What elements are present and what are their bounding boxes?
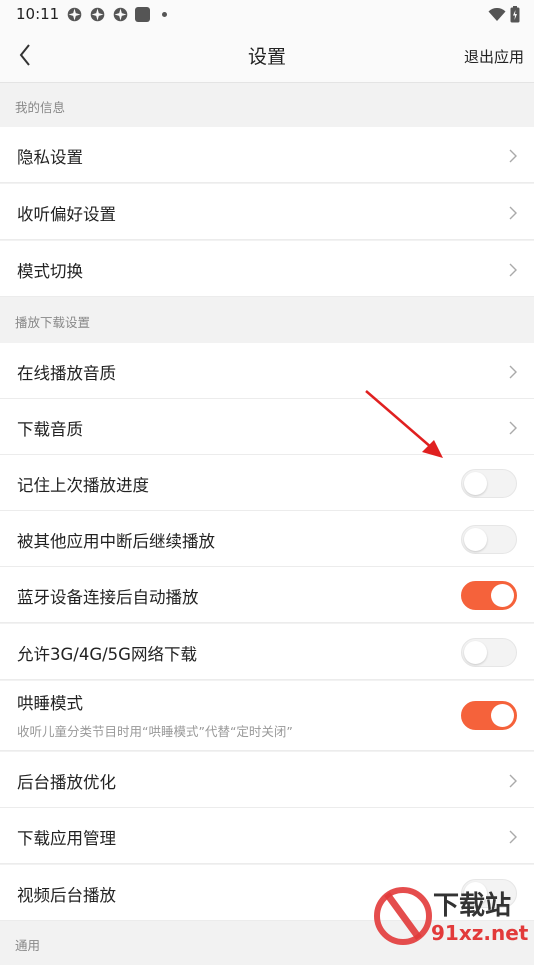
chevron-right-icon — [509, 421, 517, 435]
toggle-knob — [491, 704, 514, 727]
row-label: 蓝牙设备连接后自动播放 — [17, 588, 199, 607]
row-label: 在线播放音质 — [17, 364, 116, 383]
row-description: 收听儿童分类节目时用“哄睡模式”代替“定时关闭” — [17, 724, 293, 739]
row-label: 下载音质 — [17, 420, 83, 439]
svg-text:91xz.net: 91xz.net — [431, 921, 529, 945]
allow-mobile-download-toggle[interactable] — [461, 638, 517, 667]
chevron-right-icon — [509, 830, 517, 844]
svg-text:下载站: 下载站 — [433, 891, 511, 921]
row-sleep-mode: 哄睡模式 收听儿童分类节目时用“哄睡模式”代替“定时关闭” — [0, 681, 534, 751]
toggle-knob — [464, 472, 487, 495]
more-notifications-dot — [162, 12, 167, 17]
row-label: 模式切换 — [17, 262, 83, 281]
row-label: 允许3G/4G/5G网络下载 — [17, 645, 197, 664]
row-label: 哄睡模式 — [17, 694, 83, 713]
toggle-knob — [464, 528, 487, 551]
row-label: 后台播放优化 — [17, 773, 116, 792]
resume-after-interrupt-toggle[interactable] — [461, 525, 517, 554]
wifi-icon — [488, 7, 506, 21]
toggle-knob — [491, 584, 514, 607]
chevron-right-icon — [509, 263, 517, 277]
chevron-right-icon — [509, 149, 517, 163]
row-bluetooth-autoplay: 蓝牙设备连接后自动播放 — [0, 567, 534, 623]
top-bar: 设置 退出应用 — [0, 28, 534, 83]
row-download-manager[interactable]: 下载应用管理 — [0, 808, 534, 864]
sleep-mode-toggle[interactable] — [461, 701, 517, 730]
section-label: 播放下载设置 — [15, 315, 91, 330]
row-label: 收听偏好设置 — [17, 205, 116, 224]
status-right — [488, 6, 520, 23]
chevron-right-icon — [509, 774, 517, 788]
row-download-quality[interactable]: 下载音质 — [0, 399, 534, 455]
exit-app-button[interactable]: 退出应用 — [464, 46, 524, 67]
row-mode-switch[interactable]: 模式切换 — [0, 241, 534, 297]
notification-icons — [66, 6, 167, 23]
remember-progress-toggle[interactable] — [461, 469, 517, 498]
row-resume-after-interrupt: 被其他应用中断后继续播放 — [0, 511, 534, 567]
section-label: 通用 — [15, 938, 41, 953]
row-allow-mobile-download: 允许3G/4G/5G网络下载 — [0, 624, 534, 680]
section-my-info: 我的信息 — [0, 83, 534, 127]
section-label: 我的信息 — [15, 100, 66, 115]
page-title: 设置 — [247, 46, 286, 68]
row-privacy-settings[interactable]: 隐私设置 — [0, 127, 534, 183]
battery-icon — [510, 6, 520, 23]
row-label: 下载应用管理 — [17, 829, 116, 848]
notification-app-icon — [113, 7, 128, 22]
row-background-optimize[interactable]: 后台播放优化 — [0, 752, 534, 808]
notification-app-icon — [90, 7, 105, 22]
section-playback-download: 播放下载设置 — [0, 298, 534, 342]
row-label: 记住上次播放进度 — [17, 476, 149, 495]
notification-app-icon — [67, 7, 82, 22]
notification-square-icon — [135, 7, 150, 22]
chevron-right-icon — [509, 206, 517, 220]
row-label: 隐私设置 — [17, 148, 83, 167]
row-label: 视频后台播放 — [17, 886, 116, 905]
annotation-arrow-icon — [365, 390, 443, 458]
chevron-right-icon — [509, 365, 517, 379]
bluetooth-autoplay-toggle[interactable] — [461, 581, 517, 610]
row-listening-preferences[interactable]: 收听偏好设置 — [0, 184, 534, 240]
status-bar: 10:11 — [0, 0, 534, 28]
row-label: 被其他应用中断后继续播放 — [17, 532, 215, 551]
row-online-quality[interactable]: 在线播放音质 — [0, 343, 534, 399]
row-remember-progress: 记住上次播放进度 — [0, 455, 534, 511]
watermark-logo: 下载站 91xz.net — [374, 887, 529, 945]
status-time: 10:11 — [16, 5, 60, 23]
toggle-knob — [464, 641, 487, 664]
